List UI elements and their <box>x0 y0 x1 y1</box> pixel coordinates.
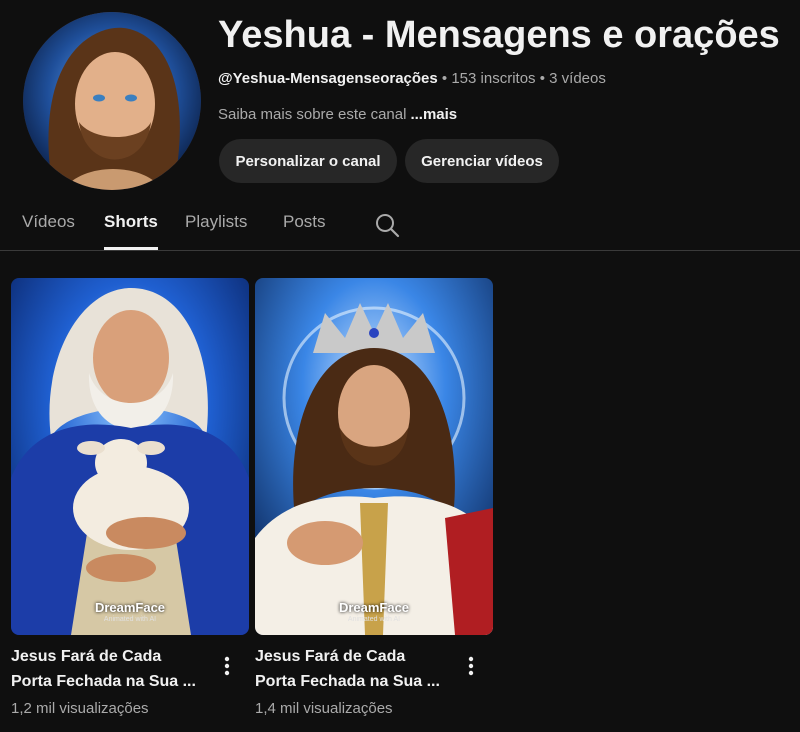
video-count: 3 vídeos <box>549 70 606 87</box>
camera-icon <box>24 13 52 35</box>
tab-posts[interactable]: Posts <box>283 212 326 248</box>
search-icon[interactable] <box>374 212 400 238</box>
channel-about[interactable]: Saiba mais sobre este canal ...mais <box>218 106 457 123</box>
about-text: Saiba mais sobre este canal <box>218 106 407 123</box>
short-title-line: Jesus Fará de Cada <box>255 648 406 665</box>
watermark: DreamFace Animated with AI <box>255 600 493 623</box>
short-card[interactable]: DreamFace Animated with AI Jesus Fará de… <box>11 278 249 717</box>
about-more-link[interactable]: ...mais <box>410 106 457 123</box>
short-title[interactable]: Jesus Fará de Cada Porta Fechada na Sua … <box>11 644 211 694</box>
short-title-line: Porta Fechada na Sua ... <box>255 673 440 690</box>
meta-separator: • <box>437 70 452 87</box>
watermark-subtext: Animated with AI <box>103 616 157 623</box>
short-thumbnail-image <box>255 278 493 635</box>
channel-meta: @Yeshua-Mensagenseorações • 153 inscrito… <box>218 70 606 87</box>
watermark-text: DreamFace <box>94 600 166 615</box>
short-title-line: Jesus Fará de Cada <box>11 648 162 665</box>
tab-playlists[interactable]: Playlists <box>185 212 247 248</box>
customize-channel-button[interactable]: Personalizar o canal <box>219 139 397 183</box>
more-vert-icon[interactable] <box>219 654 235 678</box>
channel-tabs: Vídeos Shorts Playlists Posts <box>0 200 800 251</box>
short-views: 1,2 mil visualizações <box>11 700 149 717</box>
manage-videos-button[interactable]: Gerenciar vídeos <box>405 139 559 183</box>
channel-handle: @Yeshua-Mensagenseorações <box>218 70 438 87</box>
short-title[interactable]: Jesus Fará de Cada Porta Fechada na Sua … <box>255 644 455 694</box>
short-thumbnail[interactable]: DreamFace Animated with AI <box>255 278 493 635</box>
watermark: DreamFace Animated with AI <box>11 600 249 623</box>
short-views: 1,4 mil visualizações <box>255 700 393 717</box>
channel-avatar[interactable] <box>23 12 201 190</box>
short-thumbnail-image <box>11 278 249 635</box>
watermark-text: DreamFace <box>338 600 410 615</box>
channel-title: Yeshua - Mensagens e orações <box>218 14 780 56</box>
tab-shorts[interactable]: Shorts <box>104 212 158 250</box>
short-card[interactable]: DreamFace Animated with AI Jesus Fará de… <box>255 278 493 717</box>
watermark-subtext: Animated with AI <box>347 616 401 623</box>
avatar-portrait <box>23 12 201 190</box>
short-title-line: Porta Fechada na Sua ... <box>11 673 196 690</box>
tab-videos[interactable]: Vídeos <box>22 212 75 248</box>
subscriber-count: 153 inscritos <box>451 70 536 87</box>
more-vert-icon[interactable] <box>463 654 479 678</box>
meta-separator: • <box>535 70 550 87</box>
short-thumbnail[interactable]: DreamFace Animated with AI <box>11 278 249 635</box>
